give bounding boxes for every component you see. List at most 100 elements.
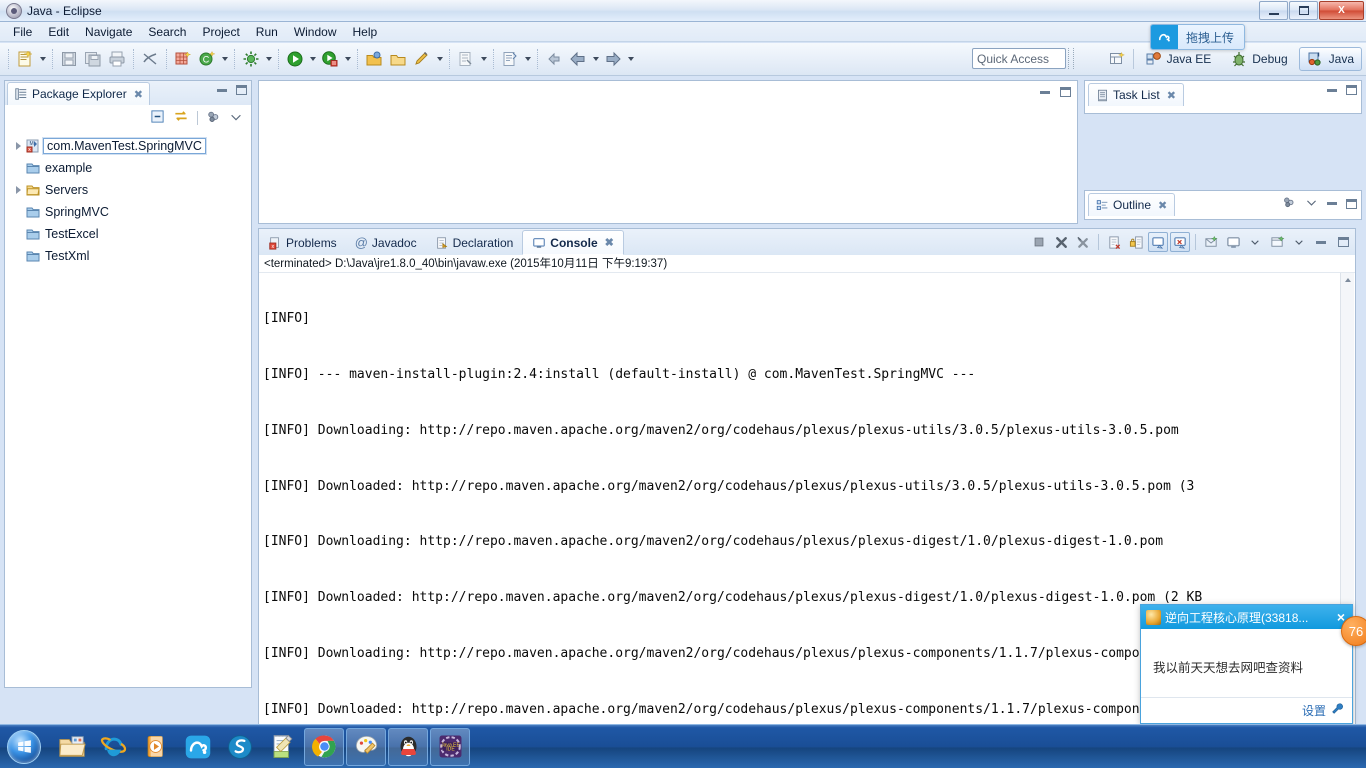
collapse-all-icon[interactable] bbox=[150, 109, 165, 127]
marker-icon[interactable] bbox=[410, 47, 434, 71]
tab-problems[interactable]: x Problems bbox=[259, 230, 346, 255]
previous-edit-icon[interactable] bbox=[498, 47, 522, 71]
clear-console-icon[interactable] bbox=[1104, 232, 1124, 252]
minimize-icon[interactable] bbox=[1040, 90, 1050, 94]
tab-declaration[interactable]: Declaration bbox=[426, 230, 523, 255]
show-console-on-output-icon[interactable] bbox=[1148, 232, 1168, 252]
tree-item-testxml[interactable]: TestXml bbox=[5, 245, 251, 267]
previous-edit-dropdown-icon[interactable] bbox=[522, 47, 533, 71]
perspective-java[interactable]: Java bbox=[1298, 47, 1362, 71]
close-button[interactable]: X bbox=[1319, 1, 1364, 20]
run-icon[interactable] bbox=[283, 47, 307, 71]
open-console-dropdown-icon[interactable] bbox=[1289, 232, 1309, 252]
perspective-debug[interactable]: Debug bbox=[1222, 47, 1295, 71]
taskbar-sogou-browser[interactable] bbox=[220, 728, 260, 766]
external-tools-dropdown-icon[interactable] bbox=[263, 47, 274, 71]
display-selected-console-dropdown-icon[interactable] bbox=[1245, 232, 1265, 252]
tab-task-list[interactable]: Task List ✖ bbox=[1088, 83, 1184, 106]
maximize-icon[interactable] bbox=[1346, 198, 1357, 209]
forward-icon[interactable] bbox=[601, 47, 625, 71]
tree-item-com-maventest-springmvc[interactable]: Mx com.MavenTest.SpringMVC bbox=[5, 135, 251, 157]
print-icon[interactable] bbox=[105, 47, 129, 71]
qq-unread-badge[interactable]: 76 bbox=[1341, 616, 1366, 646]
qq-settings-link[interactable]: 设置 bbox=[1302, 702, 1326, 719]
new-wizard-dropdown-icon[interactable] bbox=[37, 47, 48, 71]
menu-file[interactable]: File bbox=[5, 23, 40, 41]
taskbar-google-chrome[interactable] bbox=[304, 727, 344, 766]
open-console-icon[interactable] bbox=[1267, 232, 1287, 252]
tree-item-example[interactable]: example bbox=[5, 157, 251, 179]
view-menu-filter-icon[interactable] bbox=[206, 109, 221, 127]
tree-item-testexcel[interactable]: TestExcel bbox=[5, 223, 251, 245]
maximize-icon[interactable] bbox=[1060, 87, 1071, 97]
outline-filter-icon[interactable] bbox=[1282, 195, 1296, 212]
quick-access-input[interactable]: Quick Access bbox=[972, 48, 1066, 69]
new-java-class-dropdown-icon[interactable] bbox=[219, 47, 230, 71]
run-dropdown-icon[interactable] bbox=[307, 47, 318, 71]
tab-package-explorer[interactable]: Package Explorer ✖ bbox=[7, 82, 150, 105]
start-button[interactable] bbox=[2, 727, 46, 767]
back-icon[interactable] bbox=[566, 47, 590, 71]
taskbar-baidu-netdisk[interactable] bbox=[178, 728, 218, 766]
back-dropdown-icon[interactable] bbox=[590, 47, 601, 71]
minimize-icon[interactable] bbox=[1327, 202, 1337, 205]
menu-project[interactable]: Project bbox=[194, 23, 247, 41]
close-icon[interactable]: ✖ bbox=[1158, 199, 1167, 212]
expand-arrow-icon[interactable] bbox=[11, 186, 25, 194]
tab-outline[interactable]: Outline ✖ bbox=[1088, 193, 1176, 216]
next-annotation-dropdown-icon[interactable] bbox=[478, 47, 489, 71]
back-previous-icon[interactable] bbox=[542, 47, 566, 71]
taskbar-internet-explorer[interactable] bbox=[94, 728, 134, 766]
taskbar-paint[interactable] bbox=[346, 727, 386, 766]
marker-dropdown-icon[interactable] bbox=[434, 47, 445, 71]
close-icon[interactable]: ✖ bbox=[605, 236, 614, 249]
taskbar-media-player[interactable] bbox=[136, 728, 176, 766]
toolbar-drag-handle[interactable] bbox=[1068, 48, 1074, 69]
minimize-icon[interactable] bbox=[1311, 232, 1331, 252]
minimize-icon[interactable] bbox=[1327, 88, 1337, 92]
menu-edit[interactable]: Edit bbox=[40, 23, 77, 41]
menu-run[interactable]: Run bbox=[248, 23, 286, 41]
minimize-icon[interactable] bbox=[217, 88, 227, 92]
scroll-up-icon[interactable] bbox=[1341, 273, 1355, 287]
remove-launch-icon[interactable] bbox=[1051, 232, 1071, 252]
expand-arrow-icon[interactable] bbox=[11, 142, 25, 150]
taskbar-qq[interactable] bbox=[388, 727, 428, 766]
perspective-java-ee[interactable]: Java EE bbox=[1137, 47, 1220, 71]
run-server-dropdown-icon[interactable] bbox=[342, 47, 353, 71]
open-type-icon[interactable] bbox=[362, 47, 386, 71]
external-tools-icon[interactable] bbox=[239, 47, 263, 71]
run-server-icon[interactable] bbox=[318, 47, 342, 71]
restore-button[interactable] bbox=[1289, 1, 1318, 20]
tab-console[interactable]: Console ✖ bbox=[522, 230, 624, 255]
editor-area[interactable] bbox=[258, 80, 1078, 224]
menu-search[interactable]: Search bbox=[140, 23, 194, 41]
tree-item-springmvc[interactable]: SpringMVC bbox=[5, 201, 251, 223]
menu-navigate[interactable]: Navigate bbox=[77, 23, 140, 41]
open-task-icon[interactable] bbox=[386, 47, 410, 71]
tab-javadoc[interactable]: @ Javadoc bbox=[346, 230, 426, 255]
qq-wrench-icon[interactable] bbox=[1330, 702, 1344, 719]
menu-window[interactable]: Window bbox=[286, 23, 345, 41]
qq-message-popup[interactable]: 逆向工程核心原理(33818... × 我以前天天想去网吧查资料 设置 bbox=[1140, 604, 1353, 724]
taskbar-notepad[interactable] bbox=[262, 728, 302, 766]
taskbar-eclipse-java-ee-ide[interactable]: Java EE IDE bbox=[430, 727, 470, 766]
maximize-icon[interactable] bbox=[1346, 85, 1357, 95]
close-icon[interactable]: ✖ bbox=[1167, 89, 1176, 102]
show-console-on-error-icon[interactable] bbox=[1170, 232, 1190, 252]
view-menu-icon[interactable] bbox=[1305, 196, 1318, 212]
new-java-class-icon[interactable]: C bbox=[195, 47, 219, 71]
open-perspective-icon[interactable] bbox=[1104, 47, 1130, 71]
pin-console-icon[interactable] bbox=[1201, 232, 1221, 252]
save-all-icon[interactable] bbox=[81, 47, 105, 71]
minimize-button[interactable] bbox=[1259, 1, 1288, 20]
save-icon[interactable] bbox=[57, 47, 81, 71]
scroll-lock-icon[interactable] bbox=[1126, 232, 1146, 252]
maximize-icon[interactable] bbox=[1333, 232, 1353, 252]
toggle-annotations-icon[interactable] bbox=[138, 47, 162, 71]
maximize-icon[interactable] bbox=[236, 85, 247, 95]
next-annotation-icon[interactable] bbox=[454, 47, 478, 71]
view-menu-icon[interactable] bbox=[229, 110, 243, 127]
forward-dropdown-icon[interactable] bbox=[625, 47, 636, 71]
remove-all-terminated-icon[interactable] bbox=[1073, 232, 1093, 252]
